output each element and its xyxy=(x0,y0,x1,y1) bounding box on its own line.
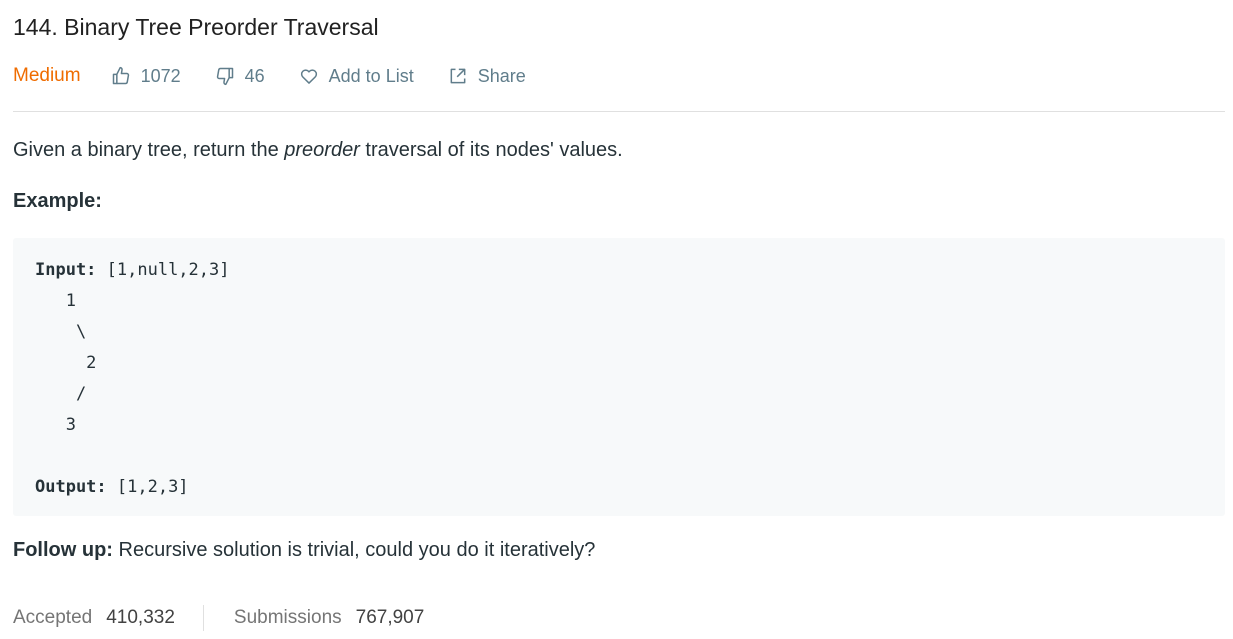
tree-line: 1 xyxy=(35,291,76,311)
header-divider xyxy=(13,111,1225,112)
dislike-button[interactable]: 46 xyxy=(215,66,265,87)
difficulty-badge: Medium xyxy=(13,65,81,86)
description-text-after: traversal of its nodes' values. xyxy=(359,139,623,161)
input-value: [1,null,2,3] xyxy=(96,260,230,280)
like-count: 1072 xyxy=(140,65,181,86)
accepted-label: Accepted xyxy=(13,607,93,628)
example-heading: Example: xyxy=(13,190,102,212)
dislike-count: 46 xyxy=(244,65,265,86)
example-code-block: Input: [1,null,2,3] 1 \ 2 / 3 Output: [1… xyxy=(13,238,1225,516)
tree-line: 3 xyxy=(35,415,76,435)
add-to-list-label: Add to List xyxy=(328,65,414,86)
submissions-value: 767,907 xyxy=(355,607,425,628)
share-label: Share xyxy=(477,65,526,86)
accepted-value: 410,332 xyxy=(106,607,175,628)
problem-description: Given a binary tree, return the preorder… xyxy=(13,139,623,162)
input-label: Input: xyxy=(35,260,97,280)
submission-stats: Accepted 410,332 Submissions 767,907 xyxy=(13,603,424,633)
follow-up-text: Follow up: Recursive solution is trivial… xyxy=(13,539,595,562)
problem-title: 144. Binary Tree Preorder Traversal xyxy=(13,14,379,40)
heart-icon xyxy=(299,66,319,86)
stats-divider xyxy=(202,605,204,631)
add-to-list-button[interactable]: Add to List xyxy=(299,66,414,87)
output-label: Output: xyxy=(35,477,107,497)
thumbs-up-icon xyxy=(111,66,131,86)
follow-up-body: Recursive solution is trivial, could you… xyxy=(112,539,596,561)
problem-page: 144. Binary Tree Preorder Traversal Medi… xyxy=(0,0,1233,639)
share-button[interactable]: Share xyxy=(448,66,526,87)
description-text-before: Given a binary tree, return the xyxy=(13,139,285,161)
thumbs-down-icon xyxy=(215,66,235,86)
like-button[interactable]: 1072 xyxy=(111,66,181,87)
tree-line: 2 xyxy=(35,353,97,373)
output-line: Output: [1,2,3] xyxy=(35,472,1203,503)
tree-line: \ xyxy=(35,322,87,342)
problem-meta-bar: Medium 1072 46 Add to List Share xyxy=(13,62,560,90)
output-value: [1,2,3] xyxy=(106,477,189,497)
submissions-label: Submissions xyxy=(233,607,342,628)
description-emphasis: preorder xyxy=(284,139,360,161)
input-line: Input: [1,null,2,3] xyxy=(35,255,1203,286)
tree-line: / xyxy=(35,384,87,404)
share-icon xyxy=(448,66,468,86)
follow-up-label: Follow up: xyxy=(13,539,113,561)
